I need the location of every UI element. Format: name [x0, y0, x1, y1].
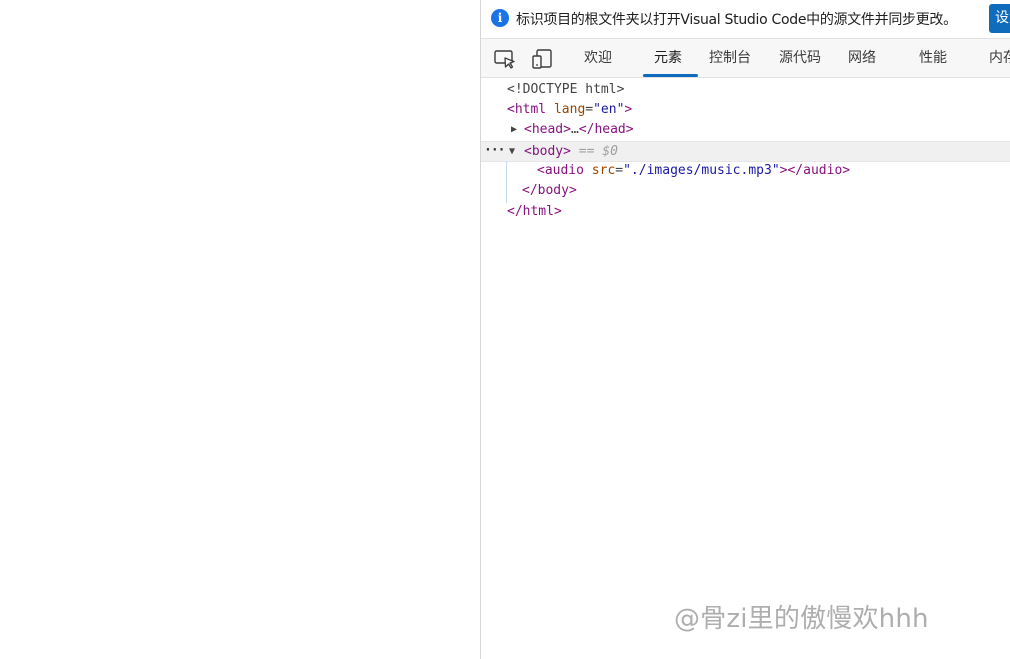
dom-node-audio[interactable]: <audio src="./images/music.mp3"></audio> — [481, 161, 1010, 181]
tab-console[interactable]: 控制台 — [709, 39, 751, 77]
active-tab-indicator — [643, 74, 698, 77]
dom-node-body-close[interactable]: </body> — [481, 181, 1010, 201]
dom-node-doctype[interactable]: <!DOCTYPE html> — [481, 80, 1010, 100]
set-root-folder-button[interactable]: 设置 — [989, 4, 1010, 33]
body-close-tag: </body> — [522, 183, 577, 198]
info-icon: i — [491, 9, 509, 27]
screen: i 标识项目的根文件夹以打开Visual Studio Code中的源文件并同步… — [0, 0, 1010, 659]
tab-sources[interactable]: 源代码 — [779, 39, 821, 77]
indent-guide-line — [506, 161, 507, 203]
more-options-icon[interactable]: ··· — [484, 141, 506, 160]
dom-node-body-selected[interactable]: ··· ▼ <body> == $0 — [481, 141, 1010, 162]
info-message: 标识项目的根文件夹以打开Visual Studio Code中的源文件并同步更改… — [516, 12, 957, 28]
dom-node-html-close[interactable]: </html> — [481, 202, 1010, 222]
body-open-tag: <body> == $0 — [524, 144, 618, 159]
watermark-text: @骨zi里的傲慢欢hhh — [674, 604, 929, 634]
tab-network[interactable]: 网络 — [848, 39, 876, 77]
tab-performance[interactable]: 性能 — [919, 39, 947, 77]
tab-elements[interactable]: 元素 — [654, 39, 682, 77]
html-open-tag: <html lang="en"> — [507, 102, 633, 117]
page-viewport[interactable] — [0, 0, 480, 659]
info-bar: i 标识项目的根文件夹以打开Visual Studio Code中的源文件并同步… — [481, 0, 1010, 39]
tab-welcome[interactable]: 欢迎 — [584, 39, 612, 77]
head-collapsed-tag: <head>…</head> — [524, 122, 634, 137]
audio-element-tag: <audio src="./images/music.mp3"></audio> — [537, 163, 851, 178]
device-emulation-icon[interactable] — [531, 48, 555, 70]
inspect-element-icon[interactable] — [493, 48, 517, 70]
expand-arrow-icon[interactable]: ▶ — [511, 120, 517, 140]
doctype-text: <!DOCTYPE html> — [507, 82, 625, 97]
devtools-panel: i 标识项目的根文件夹以打开Visual Studio Code中的源文件并同步… — [480, 0, 1010, 659]
dom-node-head[interactable]: ▶ <head>…</head> — [481, 120, 1010, 140]
tab-memory[interactable]: 内存 — [989, 39, 1010, 77]
collapse-arrow-icon[interactable]: ▼ — [509, 142, 515, 161]
html-close-tag: </html> — [507, 204, 562, 219]
devtools-toolbar: 欢迎 元素 控制台 源代码 网络 性能 内存 — [481, 39, 1010, 78]
dom-node-html[interactable]: <html lang="en"> — [481, 100, 1010, 120]
